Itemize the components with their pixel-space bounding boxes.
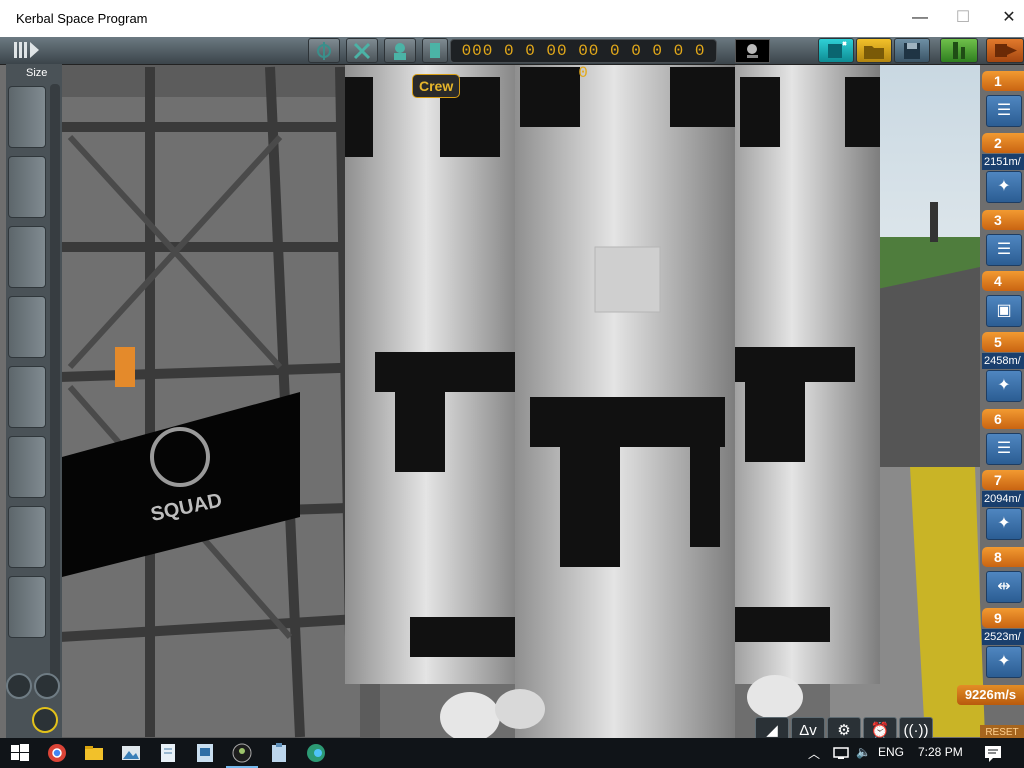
exit-button[interactable]: [986, 38, 1024, 63]
parachute-icon[interactable]: ▣: [986, 295, 1022, 327]
commnet-icon[interactable]: ((·)): [899, 717, 933, 738]
total-delta-v: 9226m/s: [957, 685, 1024, 705]
decoupler-icon[interactable]: ☰: [986, 95, 1022, 127]
action-groups-button[interactable]: [308, 38, 340, 63]
part-slot[interactable]: [8, 506, 46, 568]
chrome-icon[interactable]: [45, 741, 69, 765]
file-explorer-icon[interactable]: [82, 741, 106, 765]
delta-v-app-icon[interactable]: Δv: [791, 717, 825, 738]
photos-icon[interactable]: [119, 741, 143, 765]
volume-icon[interactable]: 🔈: [856, 745, 871, 759]
size-label: Size: [26, 67, 48, 79]
angle-snap-toggle-icon[interactable]: [34, 673, 60, 699]
clipboard-icon[interactable]: [267, 741, 291, 765]
close-button[interactable]: ✕: [994, 6, 1024, 30]
stage-delta-v: 2151m/: [982, 154, 1024, 170]
symmetry-icon: [317, 42, 331, 60]
part-slot[interactable]: [8, 296, 46, 358]
notepad-icon[interactable]: [156, 741, 180, 765]
part-slot[interactable]: [8, 436, 46, 498]
engine-icon[interactable]: ✦: [986, 370, 1022, 402]
parts-scrollbar[interactable]: [50, 84, 60, 684]
network-icon[interactable]: [830, 741, 854, 765]
parts-menu-icon[interactable]: [10, 41, 40, 59]
stage-number: 4: [982, 271, 1024, 291]
language-indicator[interactable]: ENG: [878, 745, 904, 759]
stage-number: 3: [982, 210, 1024, 230]
document-app-icon[interactable]: [193, 741, 217, 765]
engine-icon[interactable]: ✦: [986, 646, 1022, 678]
parts-panel: Size: [6, 64, 62, 738]
engine-icon[interactable]: ✦: [986, 171, 1022, 203]
stage-number: 6: [982, 409, 1024, 429]
wrench-icon: [353, 42, 371, 60]
center-of-mass-icon[interactable]: [32, 707, 58, 733]
stage-number: 5: [982, 332, 1024, 352]
cargo-icon: [430, 43, 440, 58]
tray-chevron-icon[interactable]: ︿: [808, 745, 820, 762]
kerbal-icon: [394, 43, 406, 60]
folder-icon: [864, 46, 884, 59]
windows-taskbar: ︿ 🔈 ENG 7:28 PM: [0, 738, 1024, 768]
stage-delta-v: 2094m/: [982, 491, 1024, 507]
part-slot[interactable]: [8, 366, 46, 428]
action-center-icon[interactable]: [981, 741, 1005, 765]
engineer-report-icon[interactable]: ◢: [755, 717, 789, 738]
stage-delta-v: 2523m/: [982, 629, 1024, 645]
window-titlebar: Kerbal Space Program — ☐ ✕: [0, 0, 1024, 38]
disk-icon: [904, 43, 920, 59]
game-viewport[interactable]: SQUAD 000 0 0 00 00 0 0 0 0 0 0 Crew Siz…: [0, 37, 1024, 738]
engine-icon[interactable]: ✦: [986, 508, 1022, 540]
decoupler-icon[interactable]: ☰: [986, 234, 1022, 266]
kerbal-space-program-icon[interactable]: [230, 741, 254, 765]
funds-counter: 000 0 0 00 00 0 0 0 0 0 0: [450, 39, 717, 82]
start-icon[interactable]: [8, 741, 32, 765]
part-slot[interactable]: [8, 226, 46, 288]
launch-button[interactable]: [940, 38, 978, 63]
alarm-clock-icon[interactable]: ⏰: [863, 717, 897, 738]
flag-icon: [747, 44, 758, 58]
bottom-toolbar: ◢ Δv ⚙ ⏰ ((·)): [755, 717, 975, 738]
stage-number: 9: [982, 608, 1024, 628]
window-title: Kerbal Space Program: [16, 11, 148, 26]
action-editor-button[interactable]: [346, 38, 378, 63]
stage-number: 7: [982, 470, 1024, 490]
crew-button[interactable]: [384, 38, 416, 63]
edge-icon[interactable]: [304, 741, 328, 765]
exit-icon: [995, 44, 1017, 57]
save-button[interactable]: [894, 38, 930, 63]
stage-delta-v: 2458m/: [982, 353, 1024, 369]
part-slot[interactable]: [8, 156, 46, 218]
clock[interactable]: 7:28 PM: [918, 745, 963, 759]
part-slot[interactable]: [8, 576, 46, 638]
decoupler-icon[interactable]: ☰: [986, 433, 1022, 465]
maximize-button[interactable]: ☐: [948, 6, 978, 30]
reset-button[interactable]: RESET: [980, 725, 1024, 738]
editor-top-bar: 000 0 0 00 00 0 0 0 0 0 0: [0, 37, 1024, 82]
part-slot[interactable]: [8, 86, 46, 148]
vab-scene: SQUAD: [59, 64, 985, 738]
mission-flag[interactable]: [735, 39, 770, 63]
stage-number: 1: [982, 71, 1024, 91]
crew-tooltip: Crew: [412, 74, 461, 98]
gear-icon[interactable]: ⚙: [827, 717, 861, 738]
stage-number: 8: [982, 547, 1024, 567]
symmetry-toggle-icon[interactable]: [6, 673, 32, 699]
load-button[interactable]: [856, 38, 892, 63]
stage-number: 2: [982, 133, 1024, 153]
minimize-button[interactable]: —: [905, 6, 935, 30]
launchpad-icon: [953, 42, 965, 59]
new-vessel-button[interactable]: [818, 38, 854, 63]
radial-decoupler-icon[interactable]: ⇹: [986, 571, 1022, 603]
cargo-button[interactable]: [422, 38, 448, 63]
new-icon: [828, 41, 847, 58]
